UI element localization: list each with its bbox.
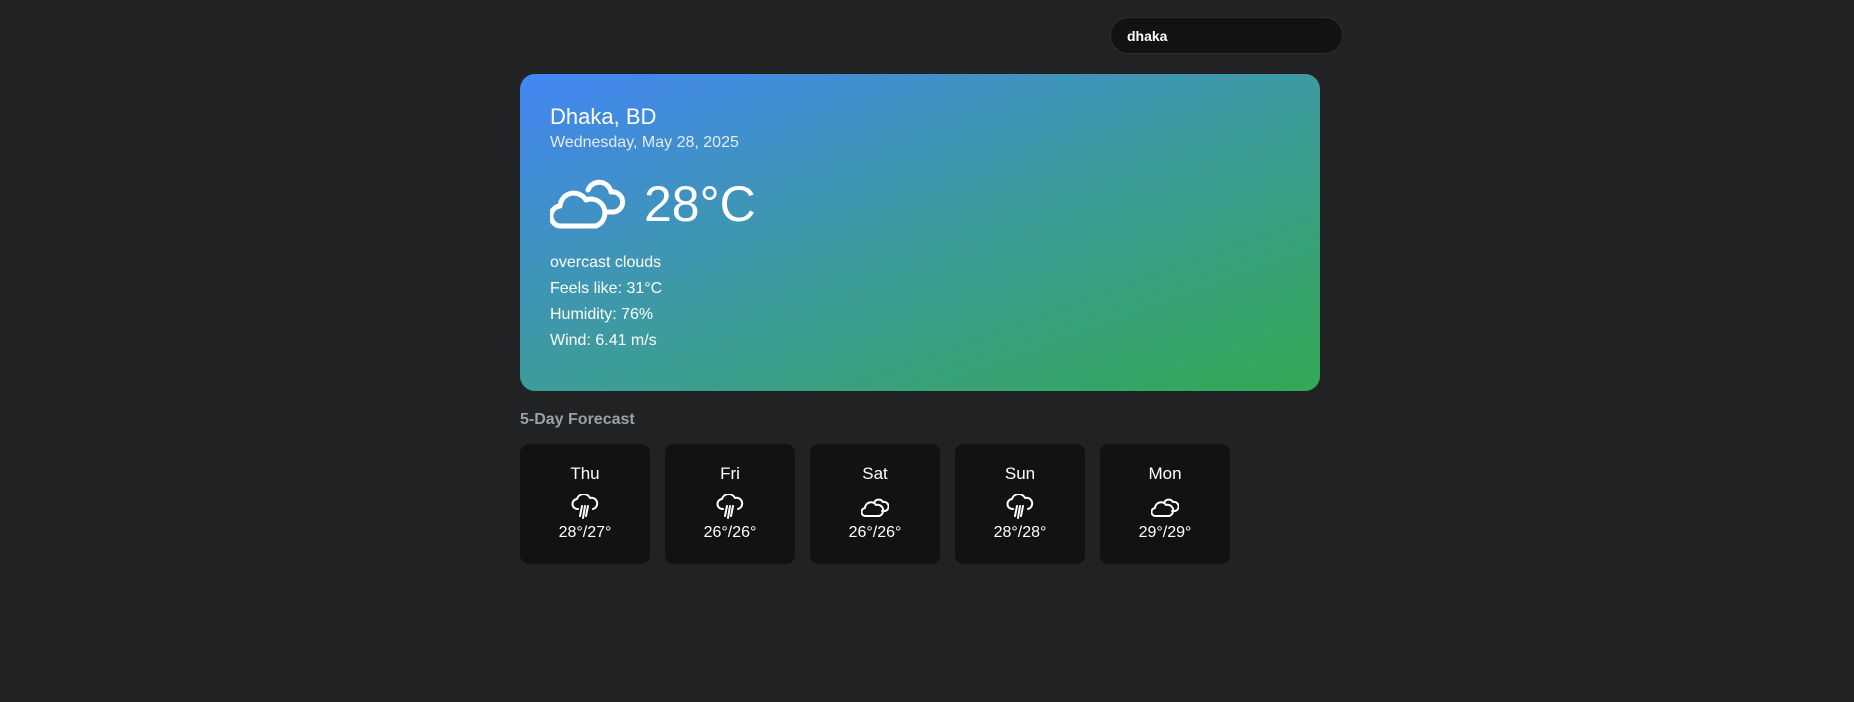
forecast-day-temps: 28°/27°	[558, 524, 612, 541]
forecast-day-name: Sat	[862, 464, 888, 483]
forecast-day-temps: 29°/29°	[1138, 524, 1192, 541]
rain-icon	[571, 494, 599, 519]
weather-description: overcast clouds	[550, 254, 662, 271]
forecast-day-temps: 26°/26°	[848, 524, 902, 541]
forecast-list: Thu 28°/27° Fri 26°/26° Sat 26°/26° Sun …	[520, 444, 1245, 564]
rain-icon	[716, 494, 744, 519]
forecast-title: 5-Day Forecast	[520, 411, 635, 428]
forecast-day-name: Sun	[1004, 464, 1036, 483]
forecast-day-card: Sat 26°/26°	[810, 444, 940, 564]
clouds-icon	[1151, 498, 1179, 517]
rain-icon	[1006, 494, 1034, 519]
forecast-day-card: Mon 29°/29°	[1100, 444, 1230, 564]
forecast-day-name: Mon	[1148, 464, 1182, 483]
clouds-icon	[861, 498, 889, 517]
forecast-day-name: Fri	[720, 464, 740, 483]
humidity: Humidity: 76%	[550, 306, 654, 323]
search-input[interactable]	[1111, 18, 1342, 53]
forecast-day-temps: 28°/28°	[993, 524, 1047, 541]
current-temperature: 28°C	[644, 176, 756, 232]
search-box[interactable]	[1110, 17, 1343, 54]
feels-like: Feels like: 31°C	[550, 280, 663, 297]
forecast-day-card: Fri 26°/26°	[665, 444, 795, 564]
location-name: Dhaka, BD	[550, 104, 657, 129]
temperature-row: 28°C	[550, 175, 1290, 233]
forecast-day-temps: 26°/26°	[703, 524, 757, 541]
forecast-day-card: Thu 28°/27°	[520, 444, 650, 564]
weather-details: overcast clouds Feels like: 31°C Humidit…	[550, 250, 1290, 354]
current-date: Wednesday, May 28, 2025	[550, 134, 739, 151]
forecast-day-card: Sun 28°/28°	[955, 444, 1085, 564]
forecast-day-name: Thu	[570, 464, 600, 483]
clouds-icon	[550, 179, 626, 229]
current-weather-card: Dhaka, BD Wednesday, May 28, 2025 28°C o…	[520, 74, 1320, 391]
wind-speed: Wind: 6.41 m/s	[550, 332, 657, 349]
